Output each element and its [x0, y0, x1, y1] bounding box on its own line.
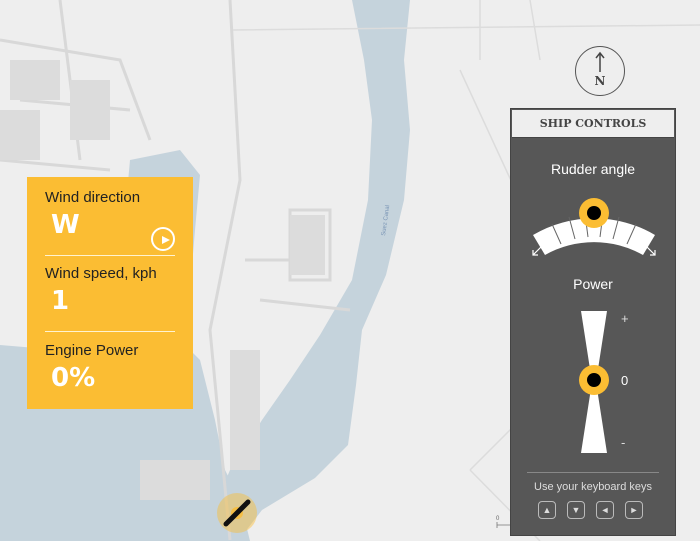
rudder-label: Rudder angle [550, 161, 636, 177]
wind-speed-label: Wind speed, kph [45, 265, 157, 282]
engine-power-section: Engine Power 0% [45, 342, 175, 393]
north-arrow-icon [595, 51, 605, 72]
engine-power-value: 0% [51, 363, 96, 393]
wind-direction-icon [151, 227, 175, 251]
rudder-knob[interactable] [579, 198, 609, 228]
wind-direction-section: Wind direction W [45, 189, 175, 251]
key-down-button[interactable]: ▼ [567, 501, 585, 519]
wind-speed-value: 1 [51, 286, 70, 316]
keyboard-keys: ▲ ▼ ◄ ► [538, 501, 643, 519]
divider [45, 331, 175, 332]
key-up-button[interactable]: ▲ [538, 501, 556, 519]
panel-title: SHIP CONTROLS [512, 110, 674, 138]
divider [527, 472, 659, 473]
compass-label: N [594, 74, 606, 88]
power-slider-knob[interactable] [579, 365, 609, 395]
engine-power-label: Engine Power [45, 342, 139, 359]
compass: N [575, 46, 625, 96]
wind-speed-section: Wind speed, kph 1 [45, 265, 175, 316]
power-label: Power [573, 276, 613, 292]
key-left-button[interactable]: ◄ [596, 501, 614, 519]
status-panel: Wind direction W Wind speed, kph 1 Engin… [27, 177, 193, 409]
keyboard-hint: Use your keyboard keys [534, 481, 652, 493]
wind-direction-label: Wind direction [45, 189, 141, 206]
power-minus-label: - [621, 435, 626, 450]
ship-controls-panel: SHIP CONTROLS Rudder angle Power + 0 - U… [510, 108, 676, 536]
key-right-button[interactable]: ► [625, 501, 643, 519]
power-value: 0 [621, 373, 629, 388]
divider [45, 255, 175, 256]
power-plus-label: + [621, 311, 629, 326]
